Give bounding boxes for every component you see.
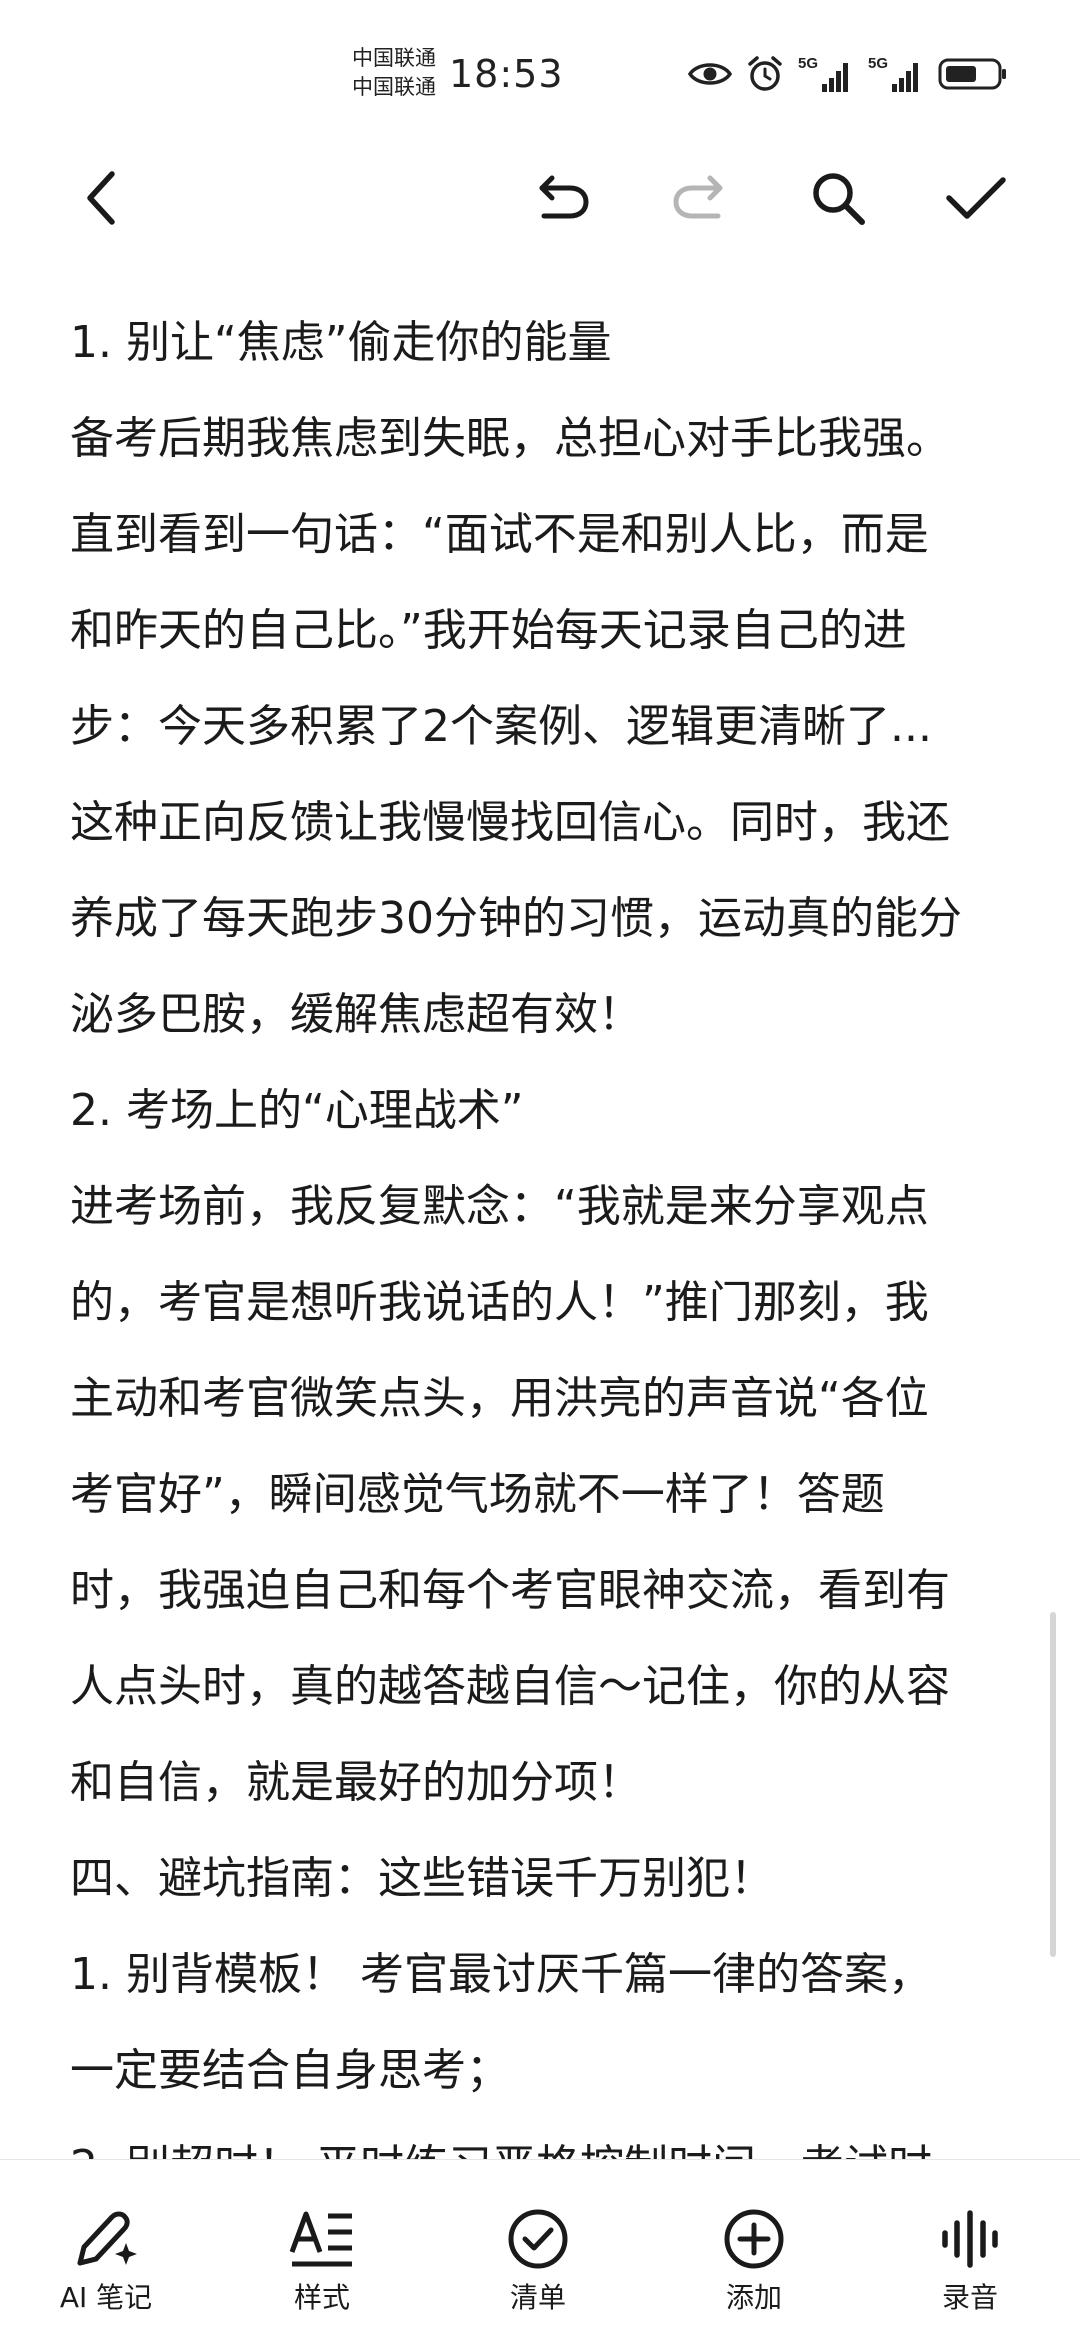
ai-note-label: AI 笔记 [59,2281,153,2314]
checklist-icon [508,2209,568,2269]
note-line: 1. 别让“焦虑”偷走你的能量 [70,317,612,368]
style-button[interactable]: 样式 [247,2204,397,2324]
redo-icon [673,175,723,219]
note-line: 时，我强迫自己和每个考官眼神交流，看到有 [70,1565,950,1616]
add-icon [724,2209,784,2269]
bottom-toolbar: AI 笔记 样式 清单 添加 录音 [0,2159,1080,2345]
note-line: 主动和考官微笑点头，用洪亮的声音说“各位 [70,1373,929,1424]
note-line: 这种正向反馈让我慢慢找回信心。同时，我还 [70,797,950,848]
text-style-icon [289,2211,352,2267]
status-icons: 5G 5G [688,52,1008,96]
confirm-button[interactable] [940,162,1012,234]
note-editor[interactable]: 1. 别让“焦虑”偷走你的能量 备考后期我焦虑到失眠，总担心对手比我强。 直到看… [70,295,1018,2165]
note-line: 1. 别背模板！ 考官最讨厌千篇一律的答案， [70,1949,932,2000]
note-line: 进考场前，我反复默念：“我就是来分享观点 [70,1181,929,1232]
note-line: 考官好”，瞬间感觉气场就不一样了！答题 [70,1469,885,1520]
voice-record-button[interactable]: 录音 [895,2204,1045,2324]
search-button[interactable] [802,162,874,234]
note-line: 备考后期我焦虑到失眠，总担心对手比我强。 [70,413,950,464]
signal-icon-2: 5G [868,55,918,92]
note-line: 和自信，就是最好的加分项！ [70,1757,642,1808]
undo-button[interactable] [526,162,598,234]
search-icon [813,173,865,225]
redo-button[interactable] [664,162,736,234]
undo-icon [539,175,589,219]
signal-icon-1: 5G [798,55,848,92]
add-label: 添加 [725,2281,782,2314]
note-line: 和昨天的自己比。”我开始每天记录自己的进 [70,605,907,656]
checklist-label: 清单 [509,2281,566,2314]
status-time: 18:53 [449,52,564,96]
eye-icon [688,63,732,85]
alarm-icon [748,56,782,91]
note-line: 人点头时，真的越答越自信～记住，你的从容 [70,1661,950,1712]
ai-pen-icon [77,2211,137,2266]
back-arrow-icon [87,171,115,225]
carrier-labels: 中国联通 中国联通 [352,44,436,102]
carrier-label-1: 中国联通 [352,46,436,70]
editor-toolbar [0,150,1080,246]
ai-note-button[interactable]: AI 笔记 [31,2204,181,2324]
check-icon [946,177,1006,219]
voice-record-label: 录音 [941,2281,998,2314]
status-bar: 中国联通 中国联通 18:53 5G 5G [0,0,1080,140]
note-line: 的，考官是想听我说话的人！”推门那刻，我 [70,1277,929,1328]
scrollbar-thumb[interactable] [1050,1612,1056,1957]
note-line: 2. 考场上的“心理战术” [70,1085,524,1136]
note-line: 直到看到一句话：“面试不是和别人比，而是 [70,509,929,560]
carrier-label-2: 中国联通 [352,75,436,99]
note-line: 泌多巴胺，缓解焦虑超有效！ [70,989,642,1040]
add-button[interactable]: 添加 [679,2204,829,2324]
battery-icon [938,58,1006,90]
style-label: 样式 [293,2281,350,2314]
checklist-button[interactable]: 清单 [463,2204,613,2324]
note-line: 四、避坑指南：这些错误千万别犯！ [70,1853,774,1904]
note-line: 一定要结合自身思考； [70,2045,510,2096]
back-button[interactable] [66,162,138,234]
svg-text:5G: 5G [868,55,888,72]
voice-record-icon [942,2210,998,2268]
note-line: 养成了每天跑步30分钟的习惯，运动真的能分 [70,893,962,944]
svg-text:5G: 5G [798,55,818,72]
note-line: 步：今天多积累了2个案例、逻辑更清晰了... [70,701,932,752]
